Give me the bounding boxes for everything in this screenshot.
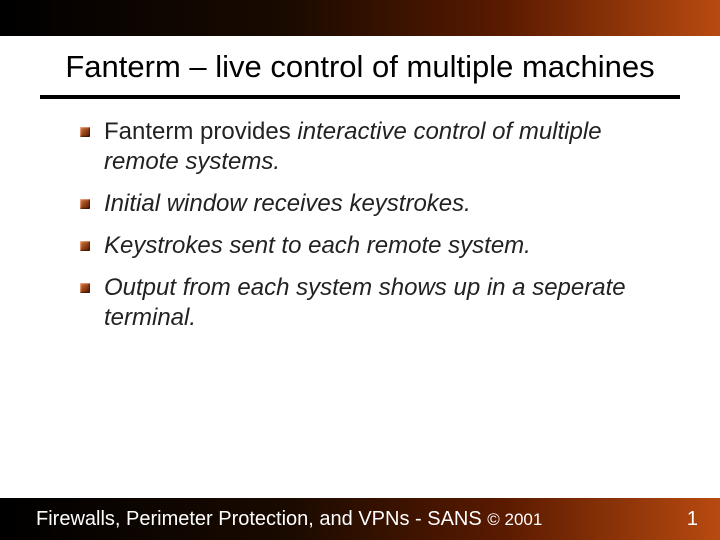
page-number: 1 — [687, 508, 698, 531]
bullet-icon — [80, 241, 90, 251]
slide-title: Fanterm – live control of multiple machi… — [40, 48, 680, 85]
list-item: Initial window receives keystrokes. — [80, 189, 660, 219]
bullet-text: Output from each system shows up in a se… — [104, 273, 660, 333]
title-block: Fanterm – live control of multiple machi… — [0, 36, 720, 91]
bullet-text: Keystrokes sent to each remote system. — [104, 231, 531, 261]
bullet-text: Initial window receives keystrokes. — [104, 189, 471, 219]
bullet-list: Fanterm provides interactive control of … — [0, 99, 720, 333]
bullet-icon — [80, 283, 90, 293]
list-item: Output from each system shows up in a se… — [80, 273, 660, 333]
bullet-icon — [80, 199, 90, 209]
list-item: Keystrokes sent to each remote system. — [80, 231, 660, 261]
footer-bar: Firewalls, Perimeter Protection, and VPN… — [0, 498, 720, 540]
bullet-text: Fanterm provides interactive control of … — [104, 117, 660, 177]
list-item: Fanterm provides interactive control of … — [80, 117, 660, 177]
bullet-icon — [80, 127, 90, 137]
footer-text: Firewalls, Perimeter Protection, and VPN… — [36, 508, 542, 531]
top-accent-bar — [0, 0, 720, 36]
